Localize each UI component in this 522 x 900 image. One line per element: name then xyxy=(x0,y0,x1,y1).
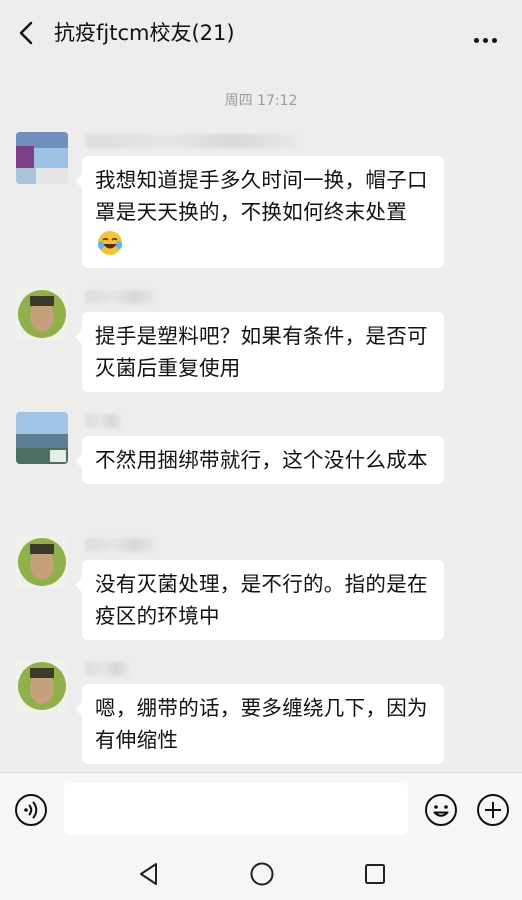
voice-icon xyxy=(15,794,47,826)
nav-recent-button[interactable] xyxy=(362,861,388,887)
avatar-image xyxy=(16,132,68,184)
message-text: 我想知道提手多久时间一换，帽子口罩是天天换的，不换如何终末处置 xyxy=(95,168,428,224)
sender-name-blurred xyxy=(86,414,122,428)
message-bubble[interactable]: 不然用捆绑带就行，这个没什么成本 xyxy=(75,436,444,484)
chevron-left-icon xyxy=(19,21,33,45)
message-input[interactable] xyxy=(64,783,408,835)
sender-name-blurred xyxy=(86,290,156,304)
chat-title: 抗疫fjtcm校友(21) xyxy=(54,21,235,45)
avatar[interactable] xyxy=(16,536,68,588)
voice-button[interactable] xyxy=(14,793,48,827)
sender-name-blurred xyxy=(86,134,296,148)
input-bar xyxy=(0,772,522,845)
message-text: 提手是塑料吧？如果有条件，是否可灭菌后重复使用 xyxy=(95,324,428,380)
sender-name-blurred xyxy=(86,662,130,676)
nav-back-button[interactable] xyxy=(136,861,162,887)
avatar-image xyxy=(16,288,68,340)
emoji-smile-icon xyxy=(425,794,457,826)
crying-laughing-emoji xyxy=(98,231,122,255)
avatar[interactable] xyxy=(16,660,68,712)
message-text: 没有灭菌处理，是不行的。指的是在疫区的环境中 xyxy=(95,572,428,628)
chat-header: 抗疫fjtcm校友(21) xyxy=(0,0,522,66)
circle-home-icon xyxy=(250,862,274,886)
avatar-image xyxy=(16,536,68,588)
emoji-button[interactable] xyxy=(424,793,458,827)
message-timestamp: 周四 17:12 xyxy=(224,93,298,109)
avatar[interactable] xyxy=(16,288,68,340)
avatar-image xyxy=(16,660,68,712)
system-nav-bar xyxy=(0,845,522,900)
sender-name-blurred xyxy=(86,538,156,552)
message-bubble[interactable]: 没有灭菌处理，是不行的。指的是在疫区的环境中 xyxy=(75,560,444,640)
message-text: 嗯，绷带的话，要多缠绕几下，因为有伸缩性 xyxy=(95,696,428,752)
back-button[interactable] xyxy=(14,18,40,48)
avatar[interactable] xyxy=(16,412,68,464)
message-bubble[interactable]: 提手是塑料吧？如果有条件，是否可灭菌后重复使用 xyxy=(75,312,444,392)
more-functions-button[interactable] xyxy=(476,793,510,827)
more-button[interactable] xyxy=(474,28,502,43)
more-dots-icon xyxy=(474,38,479,43)
more-dot xyxy=(483,38,488,43)
square-recent-icon xyxy=(365,864,385,884)
more-dot xyxy=(492,38,497,43)
message-bubble[interactable]: 我想知道提手多久时间一换，帽子口罩是天天换的，不换如何终末处置 xyxy=(75,156,444,268)
message-bubble[interactable]: 嗯，绷带的话，要多缠绕几下，因为有伸缩性 xyxy=(75,684,444,764)
nav-home-button[interactable] xyxy=(249,861,275,887)
avatar-image xyxy=(16,412,68,464)
avatar[interactable] xyxy=(16,132,68,184)
plus-circle-icon xyxy=(477,794,509,826)
triangle-back-icon xyxy=(140,863,157,885)
message-text: 不然用捆绑带就行，这个没什么成本 xyxy=(95,448,428,472)
